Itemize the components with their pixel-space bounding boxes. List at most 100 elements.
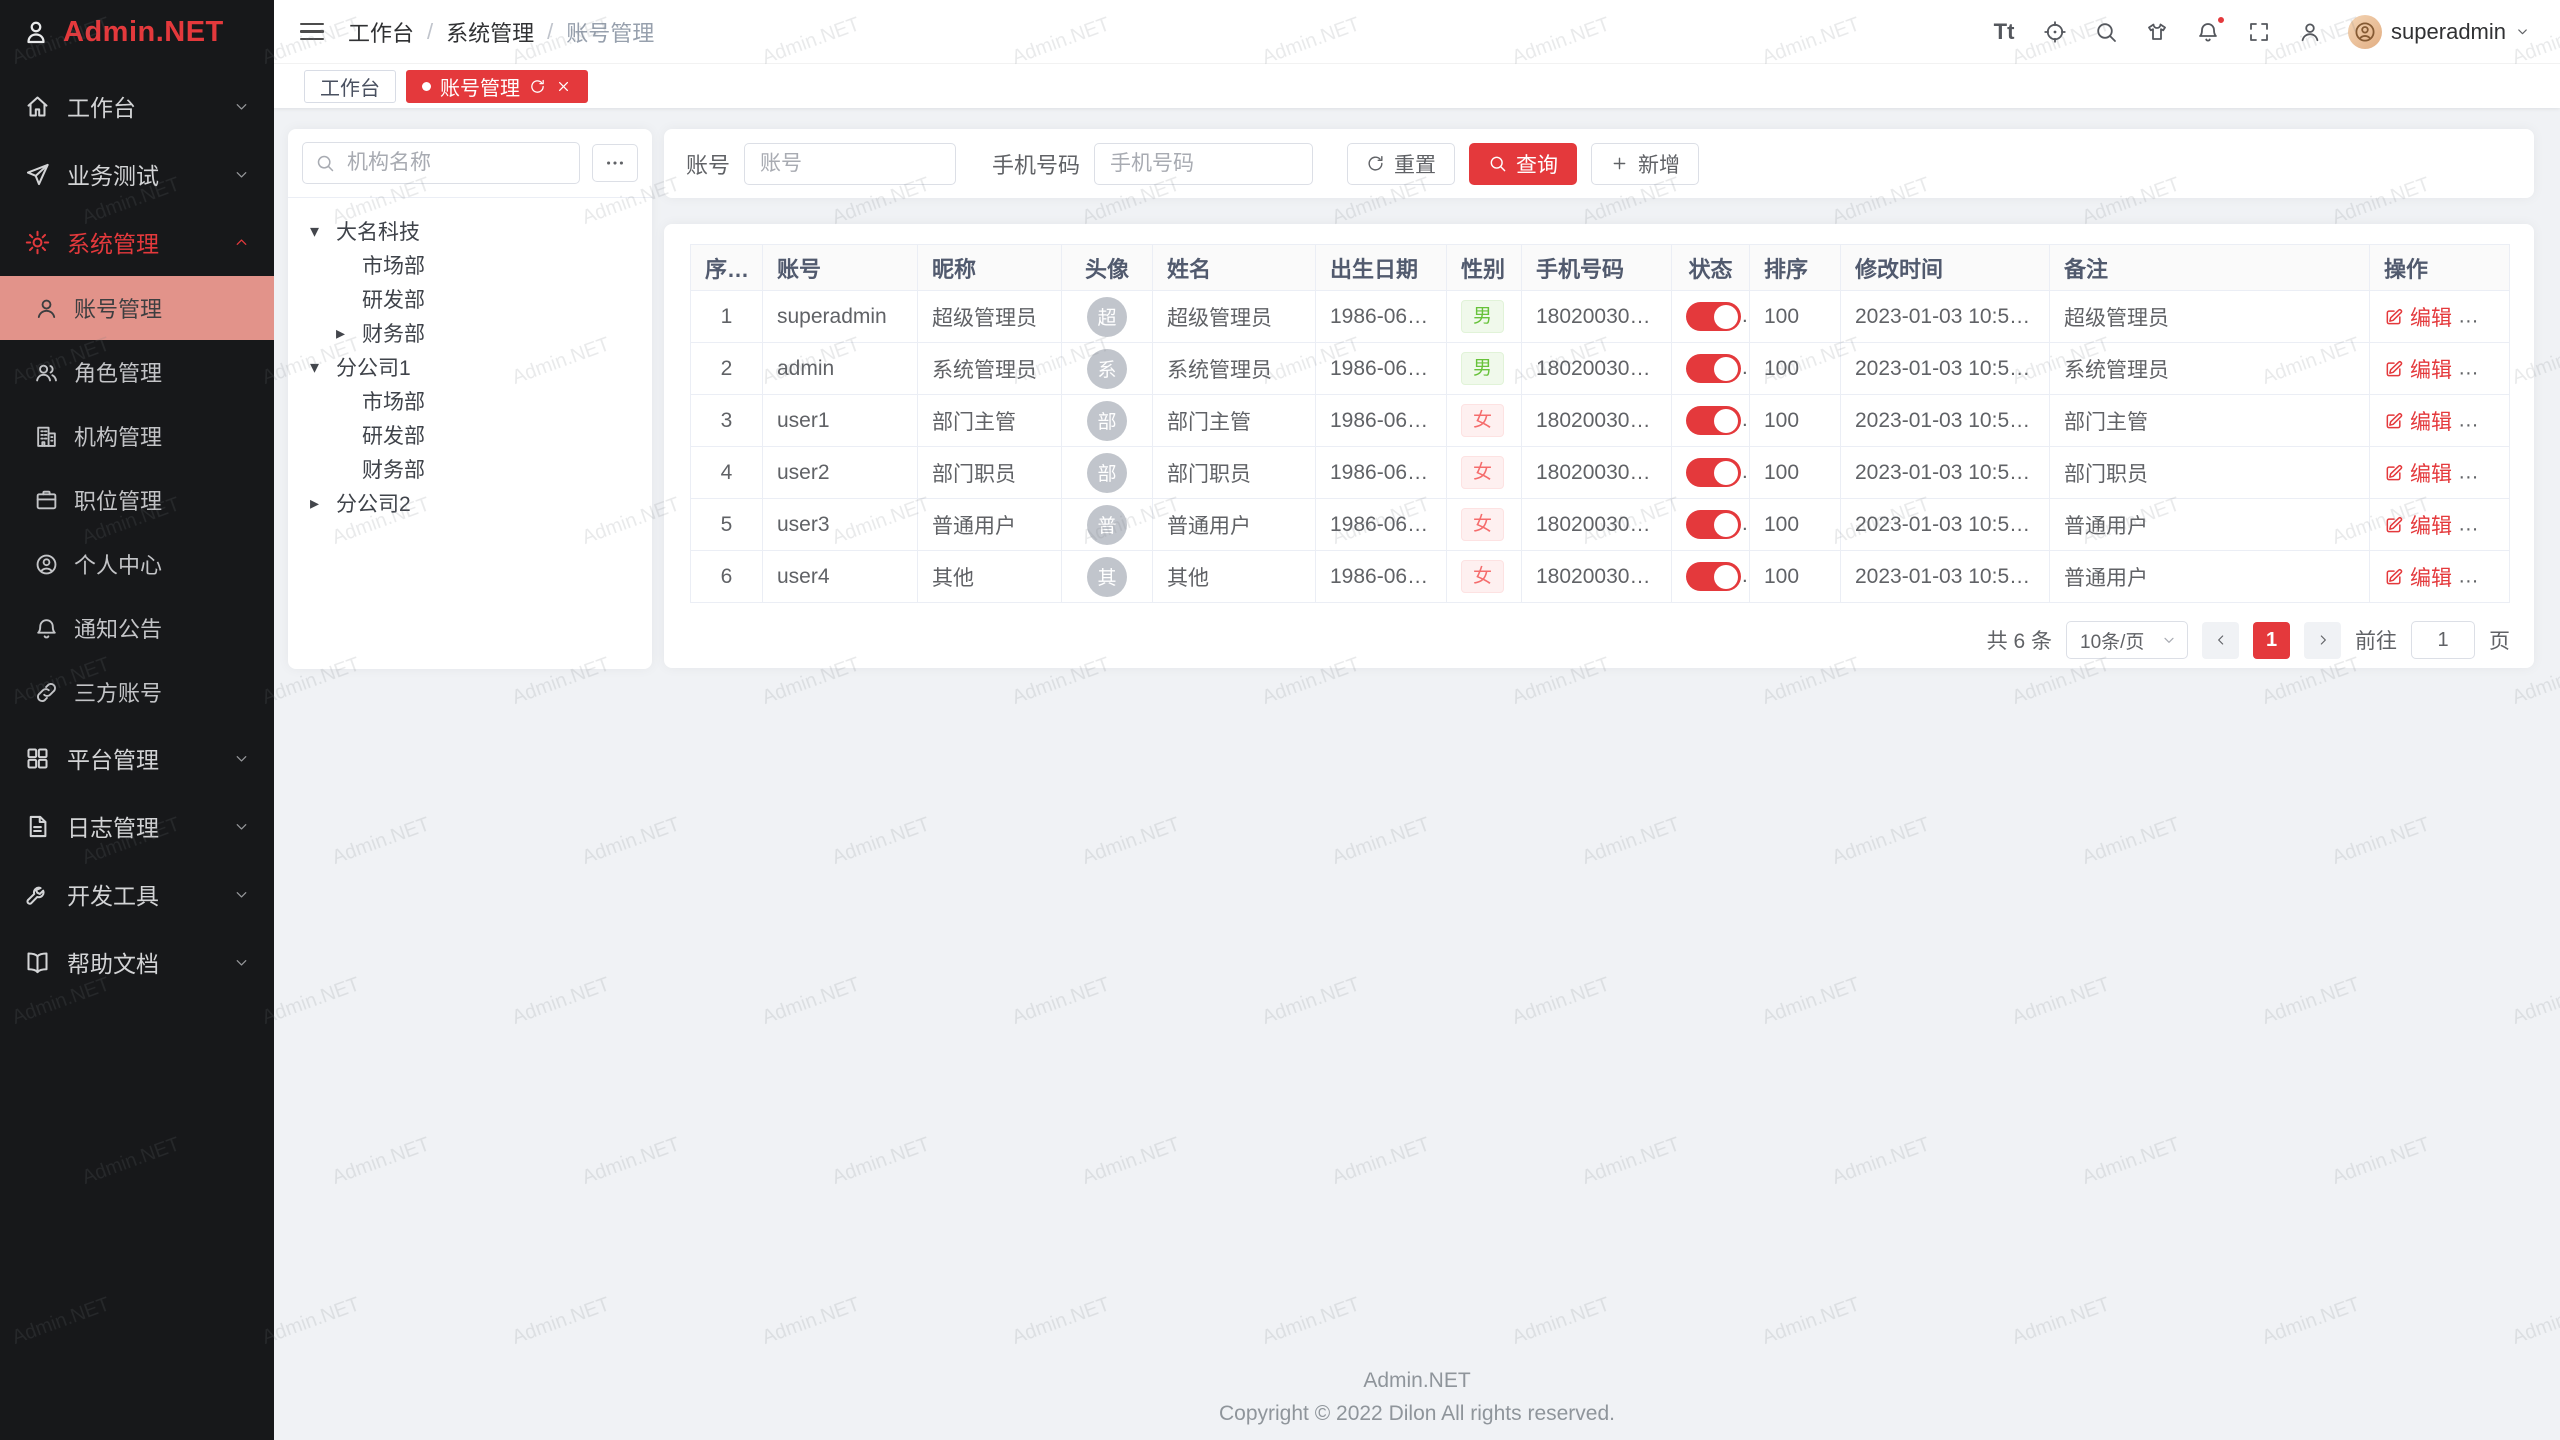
cell-sort: 100 xyxy=(1750,551,1841,603)
status-toggle[interactable] xyxy=(1686,302,1741,331)
table-row: 6 user4 其他 其 其他 1986-06-28 女 18020030720… xyxy=(691,551,2510,603)
gender-badge: 女 xyxy=(1461,560,1504,594)
tree-node[interactable]: 研发部 xyxy=(298,282,642,316)
more-actions-button[interactable] xyxy=(2474,358,2496,380)
sidebar-subitem[interactable]: 三方账号 xyxy=(0,660,274,724)
sidebar-subitem[interactable]: 个人中心 xyxy=(0,532,274,596)
add-button[interactable]: 新增 xyxy=(1591,143,1699,185)
menu-label: 个人中心 xyxy=(74,548,162,580)
caret-down-icon[interactable]: ▾ xyxy=(310,357,336,378)
sidebar-item[interactable]: 日志管理 xyxy=(0,792,274,860)
page-size-select[interactable]: 10条/页 xyxy=(2066,621,2188,659)
tree-node[interactable]: 市场部 xyxy=(298,248,642,282)
sidebar-item[interactable]: 业务测试 xyxy=(0,140,274,208)
menu-icon xyxy=(34,552,59,577)
page-number-button[interactable]: 1 xyxy=(2253,622,2290,659)
pagination: 共 6 条 10条/页 1 前往 页 xyxy=(690,621,2510,659)
cell-nickname: 系统管理员 xyxy=(918,343,1062,395)
next-page-button[interactable] xyxy=(2304,622,2341,659)
hamburger-menu-icon[interactable] xyxy=(300,23,324,41)
tree-node[interactable]: ▸财务部 xyxy=(298,316,642,350)
cell-nickname: 部门职员 xyxy=(918,447,1062,499)
fullscreen-icon[interactable] xyxy=(2246,19,2272,45)
sidebar-item[interactable]: 开发工具 xyxy=(0,860,274,928)
caret-right-icon[interactable]: ▸ xyxy=(310,493,336,514)
cell-account: user4 xyxy=(763,551,918,603)
sidebar-item[interactable]: 系统管理 xyxy=(0,208,274,276)
sidebar-subitem[interactable]: 账号管理 xyxy=(0,276,274,340)
phone-input[interactable] xyxy=(1094,143,1313,185)
tree-node[interactable]: ▸分公司2 xyxy=(298,486,642,520)
right-column: 账号 手机号码 重置 查询 新增 xyxy=(664,129,2534,668)
sidebar-subitem[interactable]: 角色管理 xyxy=(0,340,274,404)
tree-node-label: 分公司2 xyxy=(336,488,411,518)
aim-icon[interactable] xyxy=(2042,19,2068,45)
search-icon[interactable] xyxy=(2093,19,2119,45)
account-field xyxy=(744,143,956,185)
tab-active[interactable]: 账号管理 xyxy=(406,70,588,103)
row-avatar: 部 xyxy=(1087,401,1127,441)
cell-avatar: 普 xyxy=(1062,499,1153,551)
cell-birthdate: 1986-06-28 xyxy=(1316,551,1447,603)
cell-phone: 18020030720 xyxy=(1522,499,1672,551)
notification-icon[interactable] xyxy=(2195,19,2221,45)
status-toggle[interactable] xyxy=(1686,354,1741,383)
edit-button[interactable]: 编辑 xyxy=(2384,510,2452,540)
edit-button[interactable]: 编辑 xyxy=(2384,562,2452,592)
column-header: 手机号码 xyxy=(1522,245,1672,291)
account-input[interactable] xyxy=(744,143,956,185)
user-menu[interactable]: superadmin xyxy=(2348,15,2530,49)
edit-button[interactable]: 编辑 xyxy=(2384,302,2452,332)
breadcrumb-item[interactable]: 系统管理 xyxy=(446,16,534,48)
edit-button[interactable]: 编辑 xyxy=(2384,458,2452,488)
search-button[interactable]: 查询 xyxy=(1469,143,1577,185)
font-size-icon[interactable]: Tt xyxy=(1991,19,2017,45)
more-actions-button[interactable] xyxy=(2474,566,2496,588)
tab-close-icon[interactable] xyxy=(555,78,572,95)
column-header: 序号 xyxy=(691,245,763,291)
cell-gender: 男 xyxy=(1447,291,1522,343)
tree-node[interactable]: ▾大名科技 xyxy=(298,214,642,248)
status-toggle[interactable] xyxy=(1686,510,1741,539)
goto-page-input[interactable] xyxy=(2411,621,2475,659)
caret-down-icon[interactable]: ▾ xyxy=(310,221,336,242)
tab-refresh-icon[interactable] xyxy=(529,78,546,95)
cell-sort: 100 xyxy=(1750,291,1841,343)
sidebar-subitem[interactable]: 机构管理 xyxy=(0,404,274,468)
menu-label: 角色管理 xyxy=(74,356,162,388)
tree-node[interactable]: 研发部 xyxy=(298,418,642,452)
cell-name: 系统管理员 xyxy=(1153,343,1316,395)
breadcrumb-separator: / xyxy=(427,19,433,45)
sidebar-item[interactable]: 工作台 xyxy=(0,72,274,140)
tab[interactable]: 工作台 xyxy=(304,70,396,103)
status-toggle[interactable] xyxy=(1686,562,1741,591)
menu-icon xyxy=(24,93,51,120)
app-logo[interactable]: Admin.NET xyxy=(0,0,274,64)
more-actions-button[interactable] xyxy=(2474,306,2496,328)
sidebar-subitem[interactable]: 职位管理 xyxy=(0,468,274,532)
cell-index: 5 xyxy=(691,499,763,551)
tree-node[interactable]: ▾分公司1 xyxy=(298,350,642,384)
status-toggle[interactable] xyxy=(1686,458,1741,487)
breadcrumb-item[interactable]: 工作台 xyxy=(348,16,414,48)
tree-node[interactable]: 市场部 xyxy=(298,384,642,418)
column-header: 修改时间 xyxy=(1841,245,2050,291)
more-actions-button[interactable] xyxy=(2474,514,2496,536)
tree-more-button[interactable] xyxy=(592,144,638,182)
more-actions-button[interactable] xyxy=(2474,410,2496,432)
sidebar-item[interactable]: 平台管理 xyxy=(0,724,274,792)
table-row: 4 user2 部门职员 部 部门职员 1986-06-28 女 1802003… xyxy=(691,447,2510,499)
sidebar-subitem[interactable]: 通知公告 xyxy=(0,596,274,660)
status-toggle[interactable] xyxy=(1686,406,1741,435)
caret-right-icon[interactable]: ▸ xyxy=(336,323,362,344)
edit-button[interactable]: 编辑 xyxy=(2384,406,2452,436)
edit-button[interactable]: 编辑 xyxy=(2384,354,2452,384)
tree-node[interactable]: 财务部 xyxy=(298,452,642,486)
reset-button[interactable]: 重置 xyxy=(1347,143,1455,185)
theme-icon[interactable] xyxy=(2144,19,2170,45)
profile-icon[interactable] xyxy=(2297,19,2323,45)
prev-page-button[interactable] xyxy=(2202,622,2239,659)
more-actions-button[interactable] xyxy=(2474,462,2496,484)
sidebar-item[interactable]: 帮助文档 xyxy=(0,928,274,996)
org-search-input[interactable] xyxy=(302,142,580,184)
